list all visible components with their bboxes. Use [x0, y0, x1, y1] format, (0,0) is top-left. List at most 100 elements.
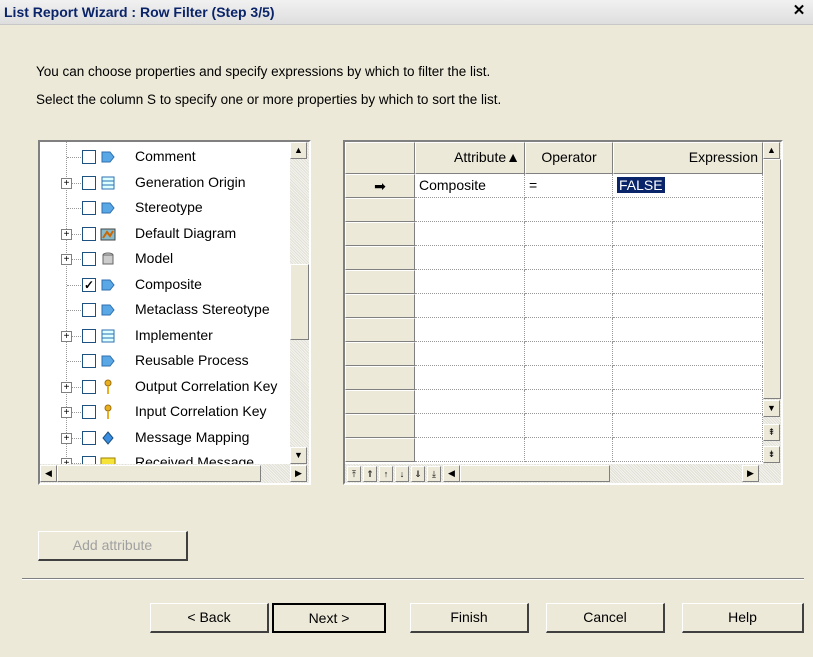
move-down-icon[interactable]: ↓	[395, 466, 409, 482]
grid-scroll-down-icon[interactable]: ▼	[763, 400, 780, 417]
tree-vertical-scrollbar[interactable]: ▲ ▼	[290, 142, 309, 464]
cell-operator[interactable]	[525, 222, 613, 246]
tree-item[interactable]: ✓ Composite	[40, 272, 309, 298]
tree-item[interactable]: + Default Diagram	[40, 221, 309, 247]
add-attribute-button[interactable]: Add attribute	[38, 531, 188, 561]
cell-operator[interactable]	[525, 390, 613, 414]
cell-expression[interactable]	[613, 294, 763, 318]
tree-checkbox[interactable]	[82, 379, 96, 394]
grid-scroll-up-icon[interactable]: ▲	[763, 142, 780, 159]
expand-icon[interactable]: +	[61, 432, 72, 444]
expand-icon[interactable]: +	[61, 177, 72, 189]
move-up-icon[interactable]: ↑	[379, 466, 393, 482]
property-tree[interactable]: Comment + Generation Origin Stereotype + Defa…	[38, 140, 311, 485]
expand-icon[interactable]: +	[61, 381, 72, 393]
row-header[interactable]: ➡	[345, 174, 415, 198]
tree-item[interactable]: + Generation Origin	[40, 170, 309, 196]
row-header[interactable]	[345, 246, 415, 270]
row-header[interactable]	[345, 342, 415, 366]
cell-attribute[interactable]	[415, 414, 525, 438]
expand-icon[interactable]: +	[61, 407, 72, 418]
cell-attribute[interactable]	[415, 270, 525, 294]
finish-button[interactable]: Finish	[410, 603, 529, 633]
tree-checkbox[interactable]	[82, 354, 96, 368]
cell-expression[interactable]	[613, 318, 763, 342]
tree-checkbox[interactable]	[82, 201, 96, 215]
column-header-expression[interactable]: Expression	[613, 142, 763, 174]
tree-item[interactable]: + Input Correlation Key	[40, 399, 309, 425]
tree-checkbox[interactable]	[82, 405, 96, 419]
cell-expression[interactable]	[613, 342, 763, 366]
cell-expression[interactable]	[613, 390, 763, 414]
close-icon[interactable]: ✕	[791, 3, 807, 19]
row-header[interactable]	[345, 222, 415, 246]
cell-operator[interactable]	[525, 342, 613, 366]
cell-attribute[interactable]	[415, 438, 525, 462]
grid-scroll-page-up-icon[interactable]: ⇞	[763, 424, 780, 441]
tree-item[interactable]: + Model	[40, 246, 309, 272]
tree-horizontal-scrollbar[interactable]: ◀ ▶	[40, 464, 309, 483]
scroll-thumb[interactable]	[290, 264, 309, 340]
row-header[interactable]	[345, 438, 415, 462]
scroll-left-icon[interactable]: ◀	[40, 465, 57, 482]
cell-operator[interactable]	[525, 366, 613, 390]
cell-attribute[interactable]	[415, 390, 525, 414]
tree-checkbox[interactable]	[82, 252, 96, 266]
tree-checkbox[interactable]	[82, 430, 96, 445]
tree-checkbox[interactable]	[82, 226, 96, 241]
help-button[interactable]: Help	[682, 603, 804, 633]
tree-checkbox[interactable]	[82, 175, 96, 190]
cell-attribute[interactable]	[415, 366, 525, 390]
move-bottom-icon[interactable]: ⤓	[427, 466, 441, 482]
cell-expression[interactable]: FALSE	[613, 174, 763, 198]
cell-operator[interactable]	[525, 246, 613, 270]
cell-expression[interactable]	[613, 198, 763, 222]
grid-scroll-right-icon[interactable]: ▶	[742, 465, 759, 482]
expand-icon[interactable]: +	[61, 254, 72, 265]
cell-expression[interactable]	[613, 270, 763, 294]
cell-expression[interactable]	[613, 222, 763, 246]
filter-grid[interactable]: Attribute▲ Operator Expression ➡ Composit…	[343, 140, 783, 485]
tree-item[interactable]: Metaclass Stereotype	[40, 297, 309, 323]
expand-icon[interactable]: +	[61, 330, 72, 342]
cell-expression[interactable]	[613, 246, 763, 270]
row-header[interactable]	[345, 318, 415, 342]
cancel-button[interactable]: Cancel	[546, 603, 665, 633]
cell-attribute[interactable]	[415, 294, 525, 318]
cell-operator[interactable]	[525, 270, 613, 294]
grid-scroll-thumb[interactable]	[763, 159, 781, 399]
cell-operator[interactable]	[525, 294, 613, 318]
move-page-up-icon[interactable]: ⇑	[363, 466, 377, 482]
row-header[interactable]	[345, 414, 415, 438]
grid-scroll-left-icon[interactable]: ◀	[443, 465, 460, 482]
tree-item[interactable]: + Output Correlation Key	[40, 374, 309, 400]
cell-expression[interactable]	[613, 414, 763, 438]
tree-checkbox[interactable]	[82, 328, 96, 343]
back-button[interactable]: < Back	[150, 603, 269, 633]
expand-icon[interactable]: +	[61, 228, 72, 240]
scroll-down-icon[interactable]: ▼	[290, 447, 307, 464]
tree-checkbox[interactable]	[82, 303, 96, 317]
cell-operator[interactable]	[525, 414, 613, 438]
row-header[interactable]	[345, 198, 415, 222]
cell-attribute[interactable]	[415, 198, 525, 222]
cell-expression[interactable]	[613, 438, 763, 462]
cell-operator[interactable]	[525, 198, 613, 222]
row-header[interactable]	[345, 366, 415, 390]
scroll-thumb-horizontal[interactable]	[57, 465, 261, 482]
tree-item[interactable]: Comment	[40, 144, 309, 170]
row-header[interactable]	[345, 270, 415, 294]
grid-scroll-page-down-icon[interactable]: ⇟	[763, 446, 780, 463]
tree-item[interactable]: Reusable Process	[40, 348, 309, 374]
row-header[interactable]	[345, 390, 415, 414]
row-header[interactable]	[345, 294, 415, 318]
tree-checkbox[interactable]	[82, 150, 96, 164]
scroll-right-icon[interactable]: ▶	[290, 465, 307, 482]
cell-attribute[interactable]: Composite	[415, 174, 525, 198]
cell-operator[interactable]	[525, 438, 613, 462]
column-header-attribute[interactable]: Attribute▲	[415, 142, 525, 174]
column-header-operator[interactable]: Operator	[525, 142, 613, 174]
grid-vertical-scrollbar[interactable]: ▲ ▼ ⇞ ⇟	[763, 142, 781, 464]
next-button[interactable]: Next >	[272, 603, 386, 633]
tree-item[interactable]: + Implementer	[40, 323, 309, 349]
